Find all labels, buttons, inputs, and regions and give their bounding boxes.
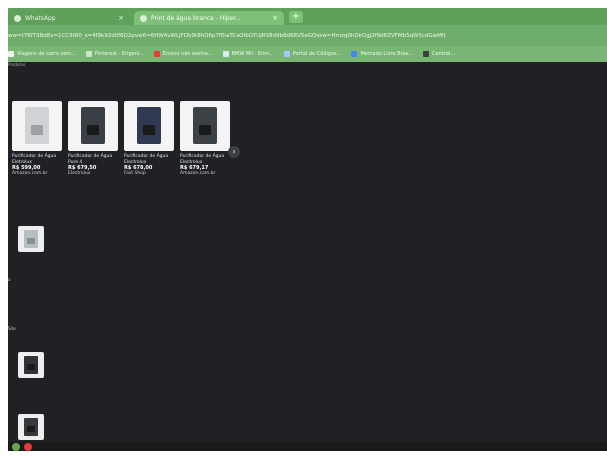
bookmark-icon [222,51,229,57]
bookmark-item[interactable]: Viagens de carro sem... [8,51,76,57]
tab-search-results[interactable]: Print de água branca - Hiper... × [134,11,284,25]
side-marker: Site [8,326,16,331]
bookmark-icon [85,51,92,57]
bookmark-item[interactable]: Pinterest - Engeni... [85,51,144,57]
product-image [68,101,118,151]
bookmark-item[interactable]: Ensino não assina... [153,51,213,57]
bookmark-item[interactable]: Central... [423,51,455,57]
browser-window: WhatsApp × Print de água branca - Hiper.… [8,8,607,451]
bookmark-icon [8,51,14,57]
product-card[interactable]: Purificador de Água Electrolux R$ 678,00… [124,101,176,177]
product-image [124,101,174,151]
bookmark-icon [423,51,430,57]
url-field[interactable]: ww=t7KfT38d8v=1CC5t60_s=4f9k92d0f6D2pvw6… [8,30,607,42]
page-content: Produtos Purificador de Água Eletrolux R… [8,62,607,442]
bookmark-label: Pinterest - Engeni... [94,51,144,57]
product-image [12,101,62,151]
result-thumbnail[interactable] [18,226,44,252]
side-marker: a [8,277,11,282]
bookmark-label: Ensino não assina... [162,51,213,57]
bookmarks-bar: Viagens de carro sem... Pinterest - Enge… [8,46,607,62]
spout-shape [199,125,211,135]
section-label: Produtos [8,62,26,67]
spout-shape [87,125,99,135]
chrome-icon[interactable] [12,442,20,451]
product-store: Fast Shop [124,171,146,176]
bookmark-label: Central... [432,51,456,57]
taskbar [8,442,607,451]
bookmark-label: BMW Mil - Enm... [231,51,274,57]
product-store: Amazon.com.br [180,171,216,176]
bookmark-label: Viagens de carro sem... [17,51,76,57]
tab-strip: WhatsApp × Print de água branca - Hiper.… [8,8,607,25]
product-title: Purificador de Água Eletrolux [12,154,57,165]
whatsapp-icon [14,14,21,22]
close-tab-icon[interactable]: × [118,14,124,22]
spout-shape [27,426,35,432]
spout-shape [27,238,35,244]
tab-label: WhatsApp [25,14,56,22]
product-title: Purificador de Água Electrolux [124,154,169,165]
bookmark-item[interactable]: Portal de Códigos... [283,51,342,57]
google-icon [140,14,147,22]
result-thumbnail[interactable] [18,352,44,378]
bookmark-item[interactable]: BMW Mil - Enm... [222,51,274,57]
product-store: Amazon.com.br [12,171,48,176]
new-tab-button[interactable]: + [289,11,303,23]
product-card[interactable]: Purificador de Água Eletrolux R$ 599,00 … [12,101,64,177]
result-thumbnail[interactable] [18,414,44,440]
bookmark-label: Portal de Códigos... [292,51,342,57]
spout-shape [31,125,43,135]
product-title: Purificador de Água Electrolux [180,154,225,165]
spout-shape [143,125,155,135]
bookmark-icon [351,51,358,57]
product-image [180,101,230,151]
tab-whatsapp[interactable]: WhatsApp × [8,11,130,25]
tab-label: Print de água branca - Hiper... [151,14,242,22]
bookmark-icon [153,51,160,57]
address-bar: ww=t7KfT38d8v=1CC5t60_s=4f9k92d0f6D2pvw6… [8,25,607,46]
product-card[interactable]: Purificador de Água Pure 4 R$ 679,50 Ele… [68,101,120,177]
close-tab-icon[interactable]: × [272,14,278,22]
product-store: Electrolux [68,171,91,176]
bookmark-item[interactable]: Mercado Livre Bras... [351,51,413,57]
app-icon[interactable] [24,442,32,451]
product-card[interactable]: Purificador de Água Electrolux R$ 679,17… [180,101,232,177]
carousel-next-button[interactable]: › [228,146,240,158]
spout-shape [27,364,35,370]
bookmark-label: Mercado Livre Bras... [360,51,414,57]
product-title: Purificador de Água Pure 4 [68,154,113,165]
bookmark-icon [283,51,290,57]
